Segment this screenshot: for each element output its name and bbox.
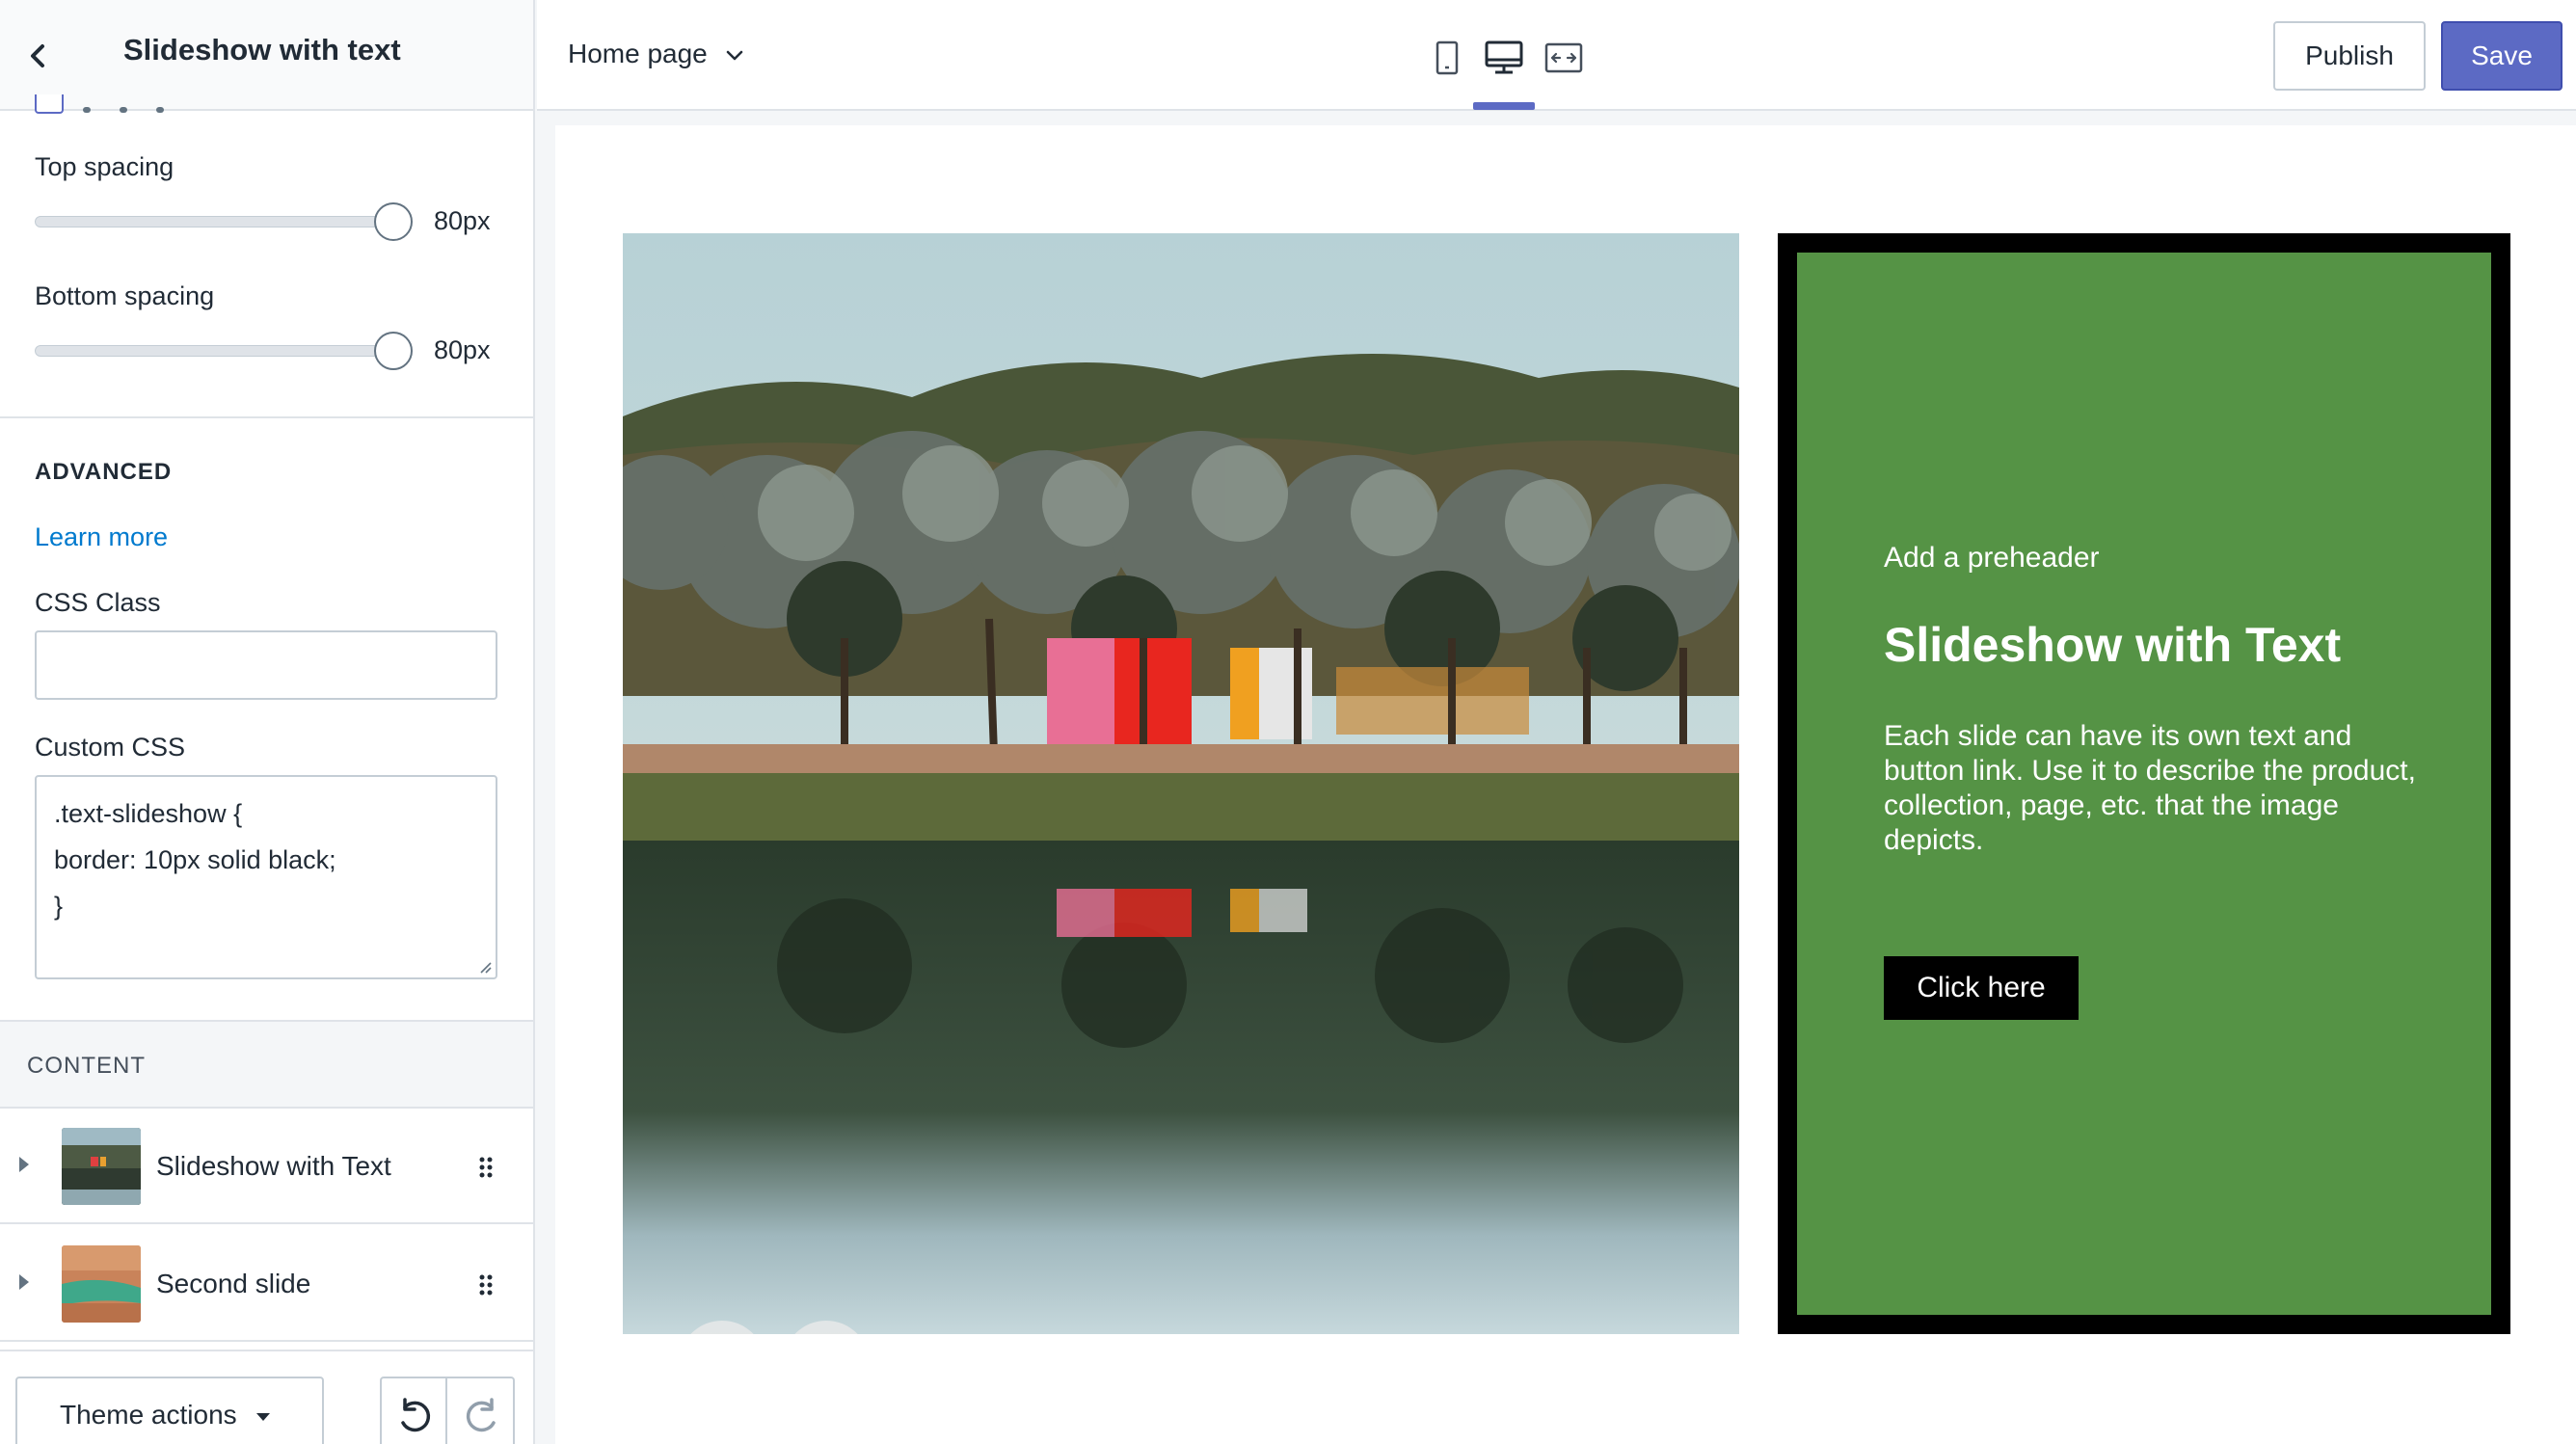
content-item-label: Second slide bbox=[156, 1269, 311, 1298]
sidebar: Slideshow with text Top spacing 80px Bot… bbox=[0, 0, 535, 1444]
page-selector-label: Home page bbox=[568, 39, 708, 68]
css-line: border: 10px solid black; bbox=[54, 845, 336, 874]
undo-button[interactable] bbox=[380, 1377, 447, 1444]
css-line: } bbox=[54, 892, 64, 921]
publish-button[interactable]: Publish bbox=[2273, 21, 2426, 91]
custom-css-textarea[interactable]: .text-slideshow { border: 10px solid bla… bbox=[35, 775, 497, 979]
topbar: Home page Publish Save bbox=[537, 0, 2576, 111]
redo-button[interactable] bbox=[447, 1377, 515, 1444]
slide-heading: Slideshow with Text bbox=[1884, 618, 2342, 672]
custom-css-label: Custom CSS bbox=[35, 733, 186, 762]
slide-text-content: Add a preheader Slideshow with Text Each… bbox=[1797, 253, 2491, 1315]
sidebar-title: Slideshow with text bbox=[123, 33, 401, 67]
slide-preheader: Add a preheader bbox=[1884, 542, 2100, 574]
page-selector[interactable]: Home page bbox=[568, 39, 744, 69]
slider-track bbox=[35, 216, 393, 227]
theme-editor: Slideshow with text Top spacing 80px Bot… bbox=[0, 0, 2576, 1444]
slide-body-text: Each slide can have its own text and but… bbox=[1884, 720, 2416, 856]
caret-down-icon bbox=[255, 1412, 270, 1421]
content-section-header: CONTENT bbox=[0, 1020, 533, 1109]
theme-actions-button[interactable]: Theme actions bbox=[15, 1377, 324, 1444]
chevron-down-icon bbox=[726, 50, 742, 60]
top-spacing-slider[interactable] bbox=[35, 202, 413, 241]
slider-thumb[interactable] bbox=[374, 332, 413, 370]
save-button[interactable]: Save bbox=[2441, 21, 2563, 91]
content-heading: CONTENT bbox=[27, 1053, 146, 1079]
divider bbox=[0, 416, 533, 418]
mobile-icon[interactable] bbox=[1426, 39, 1468, 77]
expand-caret-icon[interactable] bbox=[19, 1274, 29, 1290]
bottom-spacing-label: Bottom spacing bbox=[35, 281, 215, 310]
drag-handle-icon[interactable] bbox=[476, 1272, 496, 1297]
top-spacing-label: Top spacing bbox=[35, 152, 174, 181]
preview-canvas: Add a preheader Slideshow with Text Each… bbox=[555, 125, 2576, 1444]
content-item-label: Slideshow with Text bbox=[156, 1151, 391, 1181]
css-line: .text-slideshow { bbox=[54, 799, 243, 828]
checkbox-label-clipped bbox=[83, 100, 218, 114]
slide-text-panel: Add a preheader Slideshow with Text Each… bbox=[1778, 233, 2510, 1334]
theme-actions-label: Theme actions bbox=[60, 1400, 237, 1430]
slide-cta-button[interactable]: Click here bbox=[1884, 956, 2079, 1020]
bottom-spacing-value: 80px bbox=[434, 335, 491, 364]
desktop-icon[interactable] bbox=[1483, 39, 1525, 77]
content-item-slide-1[interactable]: Slideshow with Text bbox=[0, 1109, 533, 1224]
css-class-label: CSS Class bbox=[35, 588, 161, 617]
slide-thumbnail bbox=[62, 1128, 141, 1205]
undo-icon bbox=[401, 1398, 431, 1432]
checkbox[interactable] bbox=[35, 94, 64, 114]
slider-thumb[interactable] bbox=[374, 202, 413, 241]
fullwidth-icon[interactable] bbox=[1543, 39, 1585, 77]
resize-grip-icon[interactable] bbox=[476, 958, 492, 974]
advanced-heading: ADVANCED bbox=[35, 459, 173, 485]
content-item-slide-2[interactable]: Second slide bbox=[0, 1226, 533, 1342]
bottom-spacing-slider[interactable] bbox=[35, 332, 413, 370]
learn-more-link[interactable]: Learn more bbox=[35, 522, 168, 552]
expand-caret-icon[interactable] bbox=[19, 1157, 29, 1172]
slide-thumbnail bbox=[62, 1245, 141, 1323]
redo-icon bbox=[466, 1398, 496, 1432]
top-spacing-value: 80px bbox=[434, 206, 491, 235]
sidebar-header: Slideshow with text bbox=[0, 0, 533, 111]
active-device-indicator bbox=[1473, 102, 1535, 110]
css-class-input[interactable] bbox=[35, 630, 497, 700]
back-arrow-icon[interactable] bbox=[19, 37, 58, 75]
slider-track bbox=[35, 345, 393, 357]
sidebar-footer: Theme actions bbox=[0, 1350, 533, 1444]
slide-image bbox=[623, 233, 1739, 1334]
drag-handle-icon[interactable] bbox=[476, 1155, 496, 1180]
